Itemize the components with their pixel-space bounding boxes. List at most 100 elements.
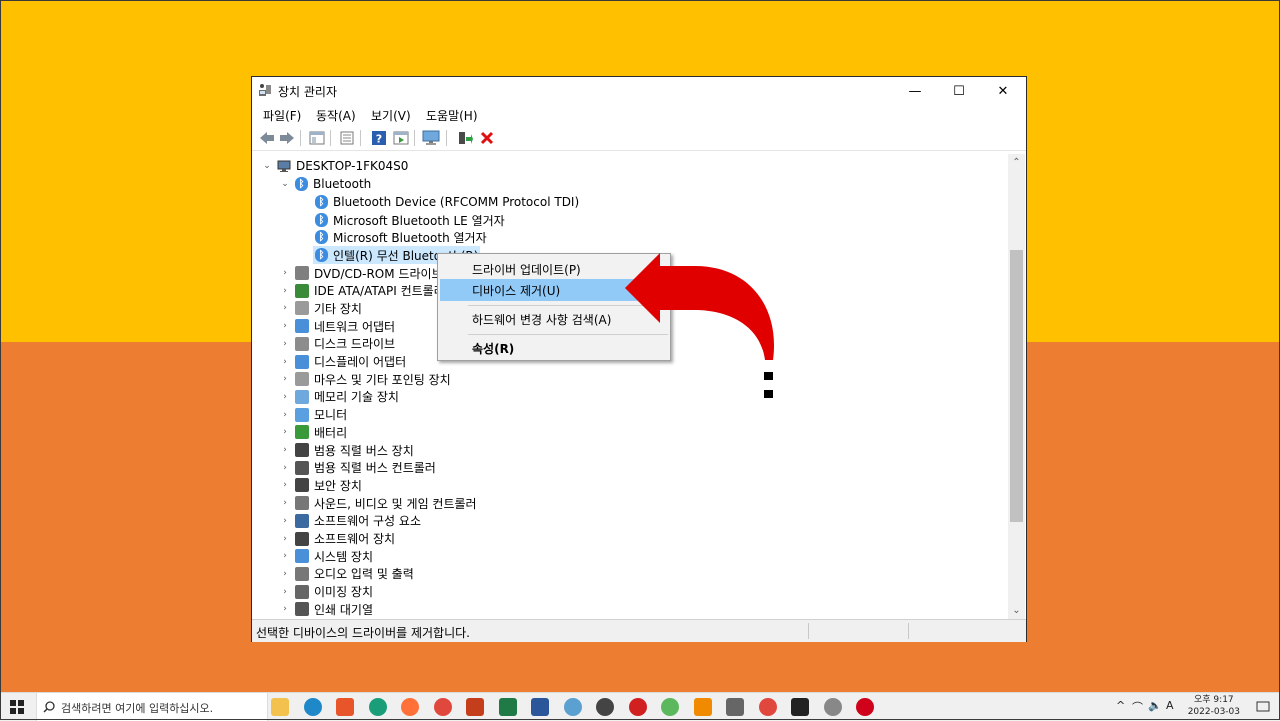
tree-category[interactable]: › 사운드, 비디오 및 게임 컨트롤러 [279, 494, 477, 512]
menu-view[interactable]: 보기(V) [371, 107, 411, 124]
tree-category[interactable]: › 소프트웨어 구성 요소 [279, 512, 421, 530]
tree-category[interactable]: › 인쇄 대기열 [279, 600, 373, 616]
chevron-down-icon[interactable]: ⌄ [279, 178, 291, 190]
tree-category[interactable]: › 보안 장치 [279, 476, 362, 494]
action-pane-icon[interactable] [392, 129, 410, 147]
chevron-right-icon[interactable]: › [279, 320, 291, 332]
scroll-down-icon[interactable]: ⌄ [1008, 602, 1025, 619]
chevron-right-icon[interactable]: › [279, 409, 291, 421]
app-icon[interactable] [563, 698, 582, 716]
scrollbar-thumb[interactable] [1010, 250, 1023, 522]
back-arrow-icon[interactable] [258, 129, 276, 147]
volume-icon[interactable]: 🔈 [1148, 699, 1162, 712]
word-icon[interactable] [531, 698, 549, 716]
taskbar-search-box[interactable]: 검색하려면 여기에 입력하십시오. [36, 693, 268, 721]
notification-icon[interactable] [1256, 700, 1270, 714]
vertical-scrollbar[interactable]: ⌃ ⌄ [1008, 154, 1025, 619]
tree-category-label: 보안 장치 [314, 478, 362, 493]
update-driver-icon[interactable] [456, 129, 474, 147]
tree-category[interactable]: › 모니터 [279, 406, 347, 424]
edge-icon[interactable] [303, 698, 322, 716]
windows-start-icon[interactable] [10, 700, 24, 714]
help-icon[interactable]: ? [370, 129, 388, 147]
tree-category[interactable]: › 마우스 및 기타 포인팅 장치 [279, 370, 451, 388]
chevron-right-icon[interactable]: › [279, 479, 291, 491]
chevron-right-icon[interactable]: › [279, 356, 291, 368]
tree-device[interactable]: ᛒ Microsoft Bluetooth LE 열거자 [315, 211, 505, 229]
forward-arrow-icon[interactable] [278, 129, 296, 147]
tree-category[interactable]: › 디스플레이 어댑터 [279, 353, 406, 371]
tree-device[interactable]: ᛒ Bluetooth Device (RFCOMM Protocol TDI) [315, 193, 579, 211]
tree-category[interactable]: › DVD/CD-ROM 드라이브 [279, 264, 443, 282]
tree-category[interactable]: › 오디오 입력 및 출력 [279, 565, 414, 583]
network-icon[interactable]: ⌒ [1132, 699, 1143, 715]
tree-category-bluetooth[interactable]: ⌄ ᛒ Bluetooth [279, 175, 371, 193]
file-explorer-icon[interactable] [271, 698, 289, 716]
chevron-right-icon[interactable]: › [279, 586, 291, 598]
chevron-right-icon[interactable]: › [279, 568, 291, 580]
app-icon[interactable] [661, 698, 679, 716]
taskbar-clock[interactable]: 오후 9:17 2022-03-03 [1188, 694, 1240, 718]
tree-category[interactable]: › 디스크 드라이브 [279, 335, 395, 353]
close-button[interactable]: ✕ [980, 77, 1026, 105]
tree-category[interactable]: › 범용 직렬 버스 장치 [279, 441, 414, 459]
chevron-right-icon[interactable]: › [279, 603, 291, 615]
maximize-button[interactable]: ☐ [936, 77, 982, 105]
input-mode-indicator[interactable]: A [1166, 699, 1174, 712]
excel-icon[interactable] [498, 698, 517, 716]
chevron-down-icon[interactable]: ⌄ [261, 160, 273, 172]
mouse-icon [295, 372, 309, 387]
sticky-notes-icon[interactable] [791, 698, 809, 716]
chevron-right-icon[interactable]: › [279, 444, 291, 456]
chevron-right-icon[interactable]: › [279, 497, 291, 509]
chevron-right-icon[interactable]: › [279, 285, 291, 297]
chevron-right-icon[interactable]: › [279, 533, 291, 545]
menu-help[interactable]: 도움말(H) [426, 107, 478, 124]
tree-category[interactable]: › 메모리 기술 장치 [279, 388, 399, 406]
tree-root[interactable]: ⌄ DESKTOP-1FK04S0 [261, 157, 408, 175]
app-icon[interactable] [823, 698, 842, 716]
powerpoint-icon[interactable] [466, 698, 484, 716]
minimize-button[interactable]: — [892, 77, 938, 105]
scroll-up-icon[interactable]: ⌃ [1008, 154, 1025, 171]
tray-chevron-up-icon[interactable]: ^ [1116, 699, 1125, 712]
brave-icon[interactable] [336, 698, 354, 716]
chevron-right-icon[interactable]: › [279, 338, 291, 350]
tree-category[interactable]: › 네트워크 어댑터 [279, 317, 395, 335]
calculator-icon[interactable] [726, 698, 744, 716]
tree-category[interactable]: › 범용 직렬 버스 컨트롤러 [279, 459, 436, 477]
tree-device[interactable]: ᛒ Microsoft Bluetooth 열거자 [315, 228, 487, 246]
chevron-right-icon[interactable]: › [279, 373, 291, 385]
uninstall-device-icon[interactable] [478, 129, 496, 147]
firefox-icon[interactable] [401, 698, 419, 716]
chevron-right-icon[interactable]: › [279, 267, 291, 279]
show-hide-console-tree-icon[interactable] [308, 129, 326, 147]
chevron-right-icon[interactable]: › [279, 426, 291, 438]
tree-category[interactable]: › 시스템 장치 [279, 547, 373, 565]
scan-hardware-icon[interactable] [422, 129, 440, 147]
chrome-icon[interactable] [758, 698, 777, 716]
chevron-right-icon[interactable]: › [279, 515, 291, 527]
properties-icon[interactable] [338, 129, 356, 147]
app-icon[interactable] [368, 698, 387, 716]
vlc-icon[interactable] [693, 698, 712, 716]
tree-category[interactable]: › IDE ATA/ATAPI 컨트롤러 [279, 282, 445, 300]
chevron-right-icon[interactable]: › [279, 550, 291, 562]
tree-category[interactable]: › 이미징 장치 [279, 583, 373, 601]
tree-category-label: 소프트웨어 장치 [314, 532, 396, 546]
display-adapter-icon [295, 354, 309, 369]
tree-category[interactable]: › 소프트웨어 장치 [279, 530, 395, 548]
chrome-icon[interactable] [433, 698, 452, 716]
taskbar: 검색하려면 여기에 입력하십시오. ^ ⌒ 🔈 A 오후 9:17 2022-0… [0, 692, 1280, 721]
app-icon[interactable] [596, 698, 614, 716]
tree-category[interactable]: › 배터리 [279, 423, 347, 441]
title-bar[interactable]: 장치 관리자 — ☐ ✕ [252, 77, 1026, 105]
menu-file[interactable]: 파일(F) [263, 107, 301, 124]
tree-category[interactable]: › 기타 장치 [279, 299, 362, 317]
chevron-right-icon[interactable]: › [279, 462, 291, 474]
chevron-right-icon[interactable]: › [279, 302, 291, 314]
menu-action[interactable]: 동작(A) [316, 107, 356, 124]
opera-icon[interactable] [856, 698, 874, 716]
chevron-right-icon[interactable]: › [279, 391, 291, 403]
app-icon[interactable] [628, 698, 647, 716]
